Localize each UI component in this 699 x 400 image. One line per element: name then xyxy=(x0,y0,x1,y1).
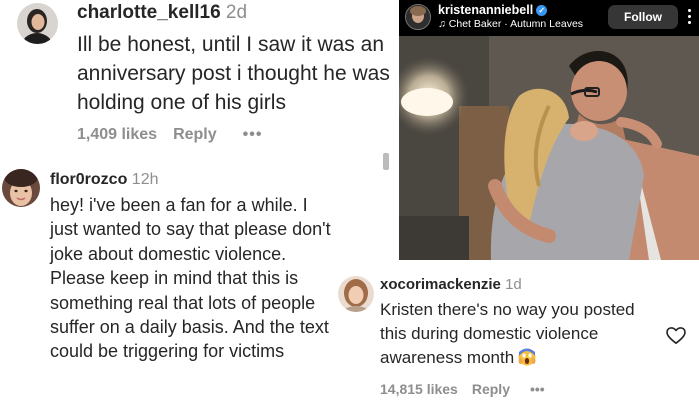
comment-timestamp: 2d xyxy=(225,2,248,23)
comment-text: Kristen there's no way you posted this d… xyxy=(380,298,660,370)
comment-panel-1: charlotte_kell16 2d Ill be honest, until… xyxy=(0,0,393,156)
comment-text: hey! i've been a fan for a while. I just… xyxy=(50,195,331,362)
comment-panel-2: flor0rozco 12h hey! i've been a fan for … xyxy=(0,159,336,400)
music-note-icon: ♫ xyxy=(438,18,446,30)
avatar[interactable] xyxy=(405,4,431,30)
avatar[interactable] xyxy=(338,276,374,312)
comment-timestamp: 1d xyxy=(505,276,522,293)
comment-username[interactable]: flor0rozco xyxy=(50,171,127,188)
comment-text-content: Kristen there's no way you posted this d… xyxy=(380,300,635,367)
more-options-icon[interactable]: ••• xyxy=(243,126,263,144)
comment-header: flor0rozco 12h xyxy=(50,171,159,189)
music-title: Chet Baker · Autumn Leaves xyxy=(448,18,584,30)
reply-button[interactable]: Reply xyxy=(173,126,217,144)
screaming-face-emoji-icon xyxy=(518,348,536,366)
post-photo xyxy=(399,36,699,260)
instagram-post: kristenanniebell ✓ ♫ Chet Baker · Autumn … xyxy=(399,0,699,260)
comment-panel-3: xocorimackenzie 1d Kristen there's no wa… xyxy=(336,264,699,400)
post-header: kristenanniebell ✓ ♫ Chet Baker · Autumn … xyxy=(399,0,699,36)
avatar[interactable] xyxy=(2,169,40,207)
comment-header: xocorimackenzie 1d xyxy=(380,276,522,293)
post-username[interactable]: kristenanniebell xyxy=(438,3,533,17)
comment-timestamp: 12h xyxy=(131,171,159,188)
scrollbar[interactable] xyxy=(383,153,389,170)
comment-header: charlotte_kell16 2d xyxy=(77,2,247,24)
more-options-icon[interactable] xyxy=(683,6,695,28)
heart-icon[interactable] xyxy=(665,325,687,345)
comment-actions: 14,815 likes Reply ••• xyxy=(380,381,545,397)
music-label[interactable]: ♫ Chet Baker · Autumn Leaves xyxy=(438,18,583,30)
comment-text: Ill be honest, until I saw it was an ann… xyxy=(77,33,390,114)
likes-count[interactable]: 1,409 likes xyxy=(77,126,157,144)
avatar[interactable] xyxy=(17,3,58,44)
verified-badge-icon: ✓ xyxy=(536,5,548,16)
likes-count[interactable]: 14,815 likes xyxy=(380,381,458,397)
reply-button[interactable]: Reply xyxy=(472,381,510,397)
comment-username[interactable]: xocorimackenzie xyxy=(380,276,501,293)
post-username-row: kristenanniebell ✓ xyxy=(438,3,548,17)
follow-button[interactable]: Follow xyxy=(608,5,678,29)
more-options-icon[interactable]: ••• xyxy=(530,381,545,397)
comment-username[interactable]: charlotte_kell16 xyxy=(77,2,221,23)
comment-actions: 1,409 likes Reply ••• xyxy=(77,126,262,144)
